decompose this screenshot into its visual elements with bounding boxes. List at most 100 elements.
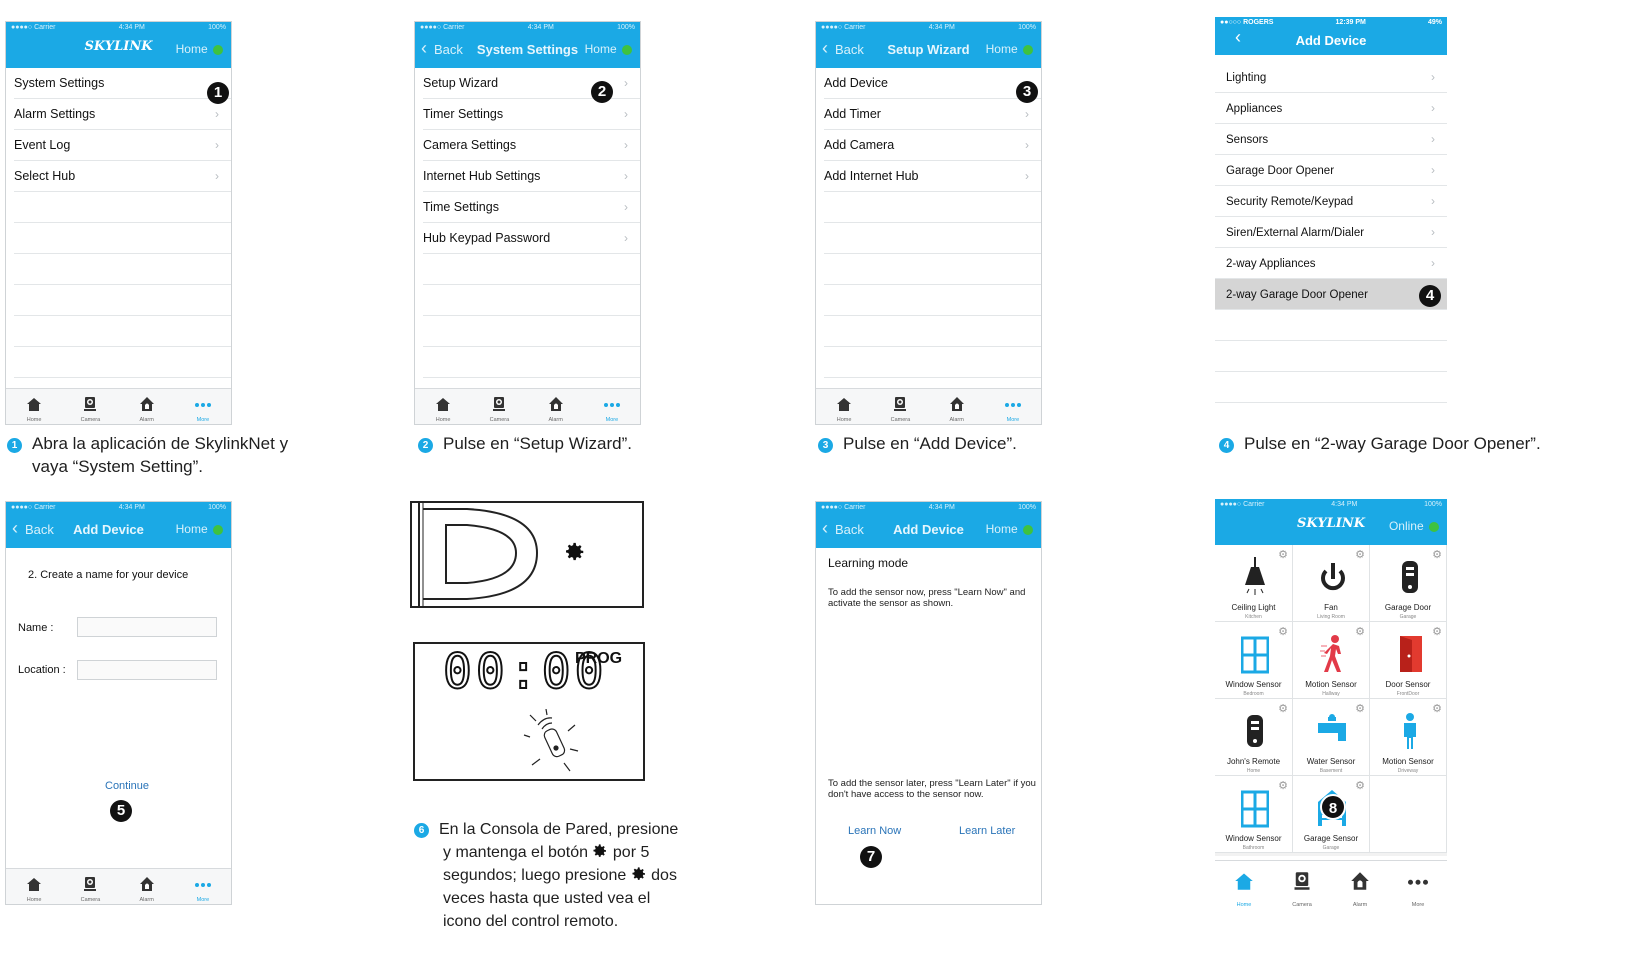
tab-bar: Home Camera Alarm More [6,868,231,904]
tab-more[interactable]: More [183,870,223,904]
menu-item-add-camera[interactable]: Add Camera › [824,130,1041,161]
tab-home[interactable]: Home [423,390,463,424]
tab-alarm[interactable]: Alarm [536,390,576,424]
device-tile-water-sensor[interactable]: ⚙ Water Sensor Basement [1293,699,1370,776]
menu-item-alarm-settings[interactable]: Alarm Settings › [14,99,231,130]
menu-item-camera-settings[interactable]: Camera Settings › [423,130,640,161]
faucet-icon [1318,714,1346,741]
gear-icon[interactable]: ⚙ [1355,548,1365,561]
tab-alarm[interactable]: Alarm [127,390,167,424]
tab-label: Alarm [139,416,154,423]
home-label: Home [175,42,208,56]
name-field[interactable] [77,617,217,637]
tab-alarm[interactable]: Alarm [1340,863,1380,909]
continue-button[interactable]: Continue [105,780,149,792]
learn-later-button[interactable]: Learn Later [959,825,1015,837]
tile-location: Living Room [1317,614,1345,620]
menu-item-add-device[interactable]: Add Device [824,68,1041,99]
device-tile-window-sensor[interactable]: ⚙ Window Sensor Bedroom [1215,622,1293,699]
tab-more[interactable]: More [592,390,632,424]
time-text: 12:39 PM [1335,18,1366,26]
menu-item-hub-keypad-password[interactable]: Hub Keypad Password › [423,223,640,254]
alarm-house-icon [139,396,154,411]
device-tile-motion-sensor-hallway[interactable]: ⚙ Motion Sensor Hallway [1293,622,1370,699]
tab-home[interactable]: Home [14,390,54,424]
menu-item-internet-hub-settings[interactable]: Internet Hub Settings › [423,161,640,192]
device-tile-fan[interactable]: ⚙ Fan Living Room [1293,545,1370,622]
device-tile-johns-remote[interactable]: ⚙ John's Remote Home [1215,699,1293,776]
learn-now-button[interactable]: Learn Now [848,825,901,837]
device-tile-ceiling-light[interactable]: ⚙ Ceiling Light Kitchen [1215,545,1293,622]
chevron-right-icon: › [215,169,219,183]
tile-name: Motion Sensor [1305,680,1357,689]
device-tile-door-sensor[interactable]: ⚙ Door Sensor FrontDoor [1370,622,1447,699]
door-icon [1400,636,1422,672]
screen-2-phone: ●●●●○ Carrier 4:34 PM 100% ‹ Back System … [414,21,641,425]
battery-text: 49% [1427,18,1442,26]
device-tile-garage-door[interactable]: ⚙ Garage Door Garage [1370,545,1447,622]
online-status-button[interactable]: Online [1389,519,1439,533]
menu-item-time-settings[interactable]: Time Settings › [423,192,640,223]
tab-home[interactable]: Home [14,870,54,904]
gear-icon[interactable]: ⚙ [1355,625,1365,638]
menu-item-timer-settings[interactable]: Timer Settings › [423,99,640,130]
home-status-button[interactable]: Home [176,522,223,536]
gear-icon[interactable]: ⚙ [1278,625,1288,638]
menu-item-select-hub[interactable]: Select Hub › [14,161,231,192]
more-dots-icon [194,402,211,407]
tab-label: More [196,416,210,423]
carrier-text: ●●●●○ Carrier [11,503,56,511]
menu-item-2way-garage-door-opener[interactable]: 2-way Garage Door Opener [1215,279,1447,310]
tab-home[interactable]: Home [1224,863,1264,909]
gear-icon[interactable]: ⚙ [1432,625,1442,638]
menu-item-sensors[interactable]: Sensors › [1215,124,1447,155]
home-status-button[interactable]: Home [176,42,223,56]
tab-more[interactable]: More [1398,863,1438,909]
menu-item-add-internet-hub[interactable]: Add Internet Hub › [824,161,1041,192]
device-tile-motion-sensor-driveway[interactable]: ⚙ Motion Sensor Driveway [1370,699,1447,776]
gear-icon[interactable]: ⚙ [1278,779,1288,792]
tab-alarm[interactable]: Alarm [127,870,167,904]
home-status-button[interactable]: Home [986,42,1033,56]
tab-camera[interactable]: Camera [1282,863,1322,909]
menu-item-security-remote-keypad[interactable]: Security Remote/Keypad › [1215,186,1447,217]
tab-camera[interactable]: Camera [880,390,920,424]
tile-name: John's Remote [1226,757,1281,766]
device-tile-window-sensor-bathroom[interactable]: ⚙ Window Sensor Bathroom [1215,776,1293,853]
gear-icon[interactable]: ⚙ [1278,548,1288,561]
gear-icon[interactable]: ⚙ [1278,702,1288,715]
home-status-button[interactable]: Home [986,522,1033,536]
chevron-right-icon: › [1025,138,1029,152]
gear-icon[interactable]: ⚙ [1432,548,1442,561]
tab-camera[interactable]: Camera [70,390,110,424]
tab-more[interactable]: More [183,390,223,424]
gear-icon[interactable]: ⚙ [1432,702,1442,715]
menu-item-event-log[interactable]: Event Log › [14,130,231,161]
menu-item-label: Siren/External Alarm/Dialer [1226,227,1365,239]
tab-alarm[interactable]: Alarm [937,390,977,424]
chevron-right-icon: › [1431,132,1435,146]
tab-camera[interactable]: Camera [70,870,110,904]
tile-name: Ceiling Light [1231,603,1276,612]
home-status-button[interactable]: Home [585,42,632,56]
nav-bar: SKYLINK Home [6,32,231,68]
chevron-right-icon: › [624,200,628,214]
menu-item-add-timer[interactable]: Add Timer › [824,99,1041,130]
location-field[interactable] [77,660,217,680]
tab-home[interactable]: Home [824,390,864,424]
tab-more[interactable]: More [993,390,1033,424]
tab-label: Alarm [1352,901,1368,908]
menu-item-label: 2-way Garage Door Opener [1226,289,1368,301]
tab-camera[interactable]: Camera [479,390,519,424]
step-badge: 1 [207,82,229,104]
menu-item-lighting[interactable]: Lighting › [1215,62,1447,93]
prog-label: PROG [575,650,623,667]
menu-item-system-settings[interactable]: System Settings [14,68,231,99]
gear-icon[interactable]: ⚙ [1355,779,1365,792]
menu-item-siren-external-alarm-dialer[interactable]: Siren/External Alarm/Dialer › [1215,217,1447,248]
chevron-right-icon: › [1431,256,1435,270]
menu-item-garage-door-opener[interactable]: Garage Door Opener › [1215,155,1447,186]
menu-item-2way-appliances[interactable]: 2-way Appliances › [1215,248,1447,279]
menu-item-appliances[interactable]: Appliances › [1215,93,1447,124]
walking-person-icon [1320,635,1341,672]
